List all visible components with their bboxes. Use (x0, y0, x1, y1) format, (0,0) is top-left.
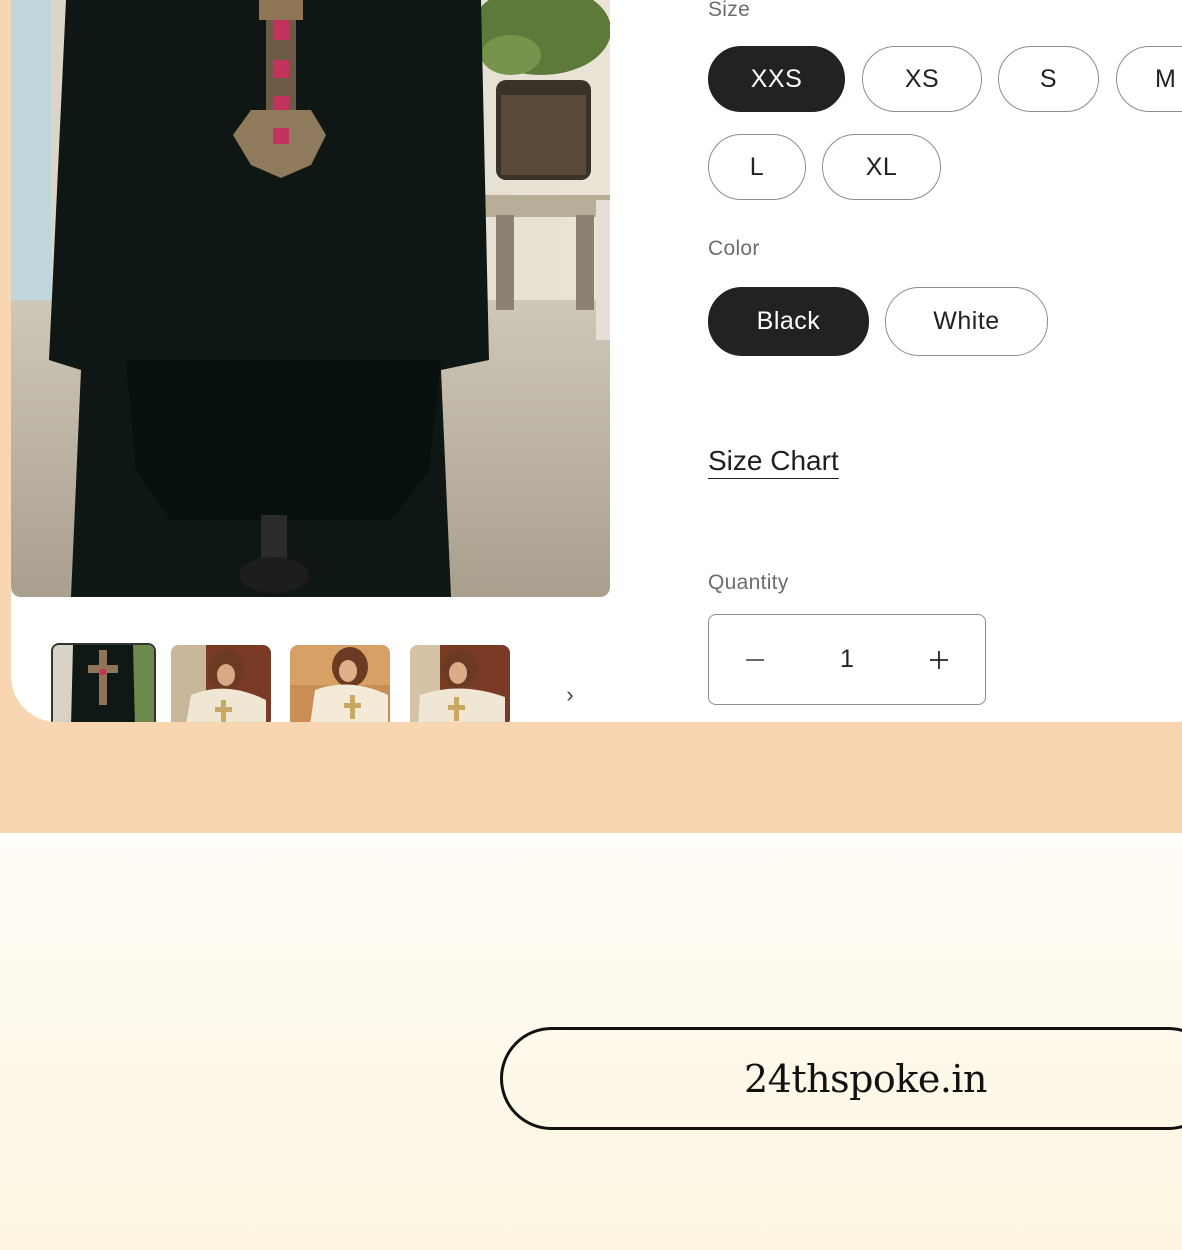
thumbnail-1[interactable] (51, 643, 156, 722)
thumbnail-3[interactable] (290, 645, 390, 722)
color-label: Color (708, 237, 760, 260)
size-option-xs[interactable]: XS (862, 46, 982, 112)
domain-text: 24thspoke.in (744, 1056, 988, 1101)
size-label: Size (708, 0, 751, 21)
minus-icon[interactable] (709, 615, 801, 704)
domain-badge[interactable]: 24thspoke.in (500, 1027, 1182, 1130)
size-option-xxs[interactable]: XXS (708, 46, 845, 112)
product-main-image[interactable] (11, 0, 610, 597)
chevron-right-icon[interactable]: › (558, 683, 582, 707)
size-option-s[interactable]: S (998, 46, 1099, 112)
product-card: › (11, 0, 1182, 722)
quantity-label: Quantity (708, 571, 789, 594)
size-option-l[interactable]: L (708, 134, 806, 200)
thumbnail-4[interactable] (410, 645, 510, 722)
color-option-white[interactable]: White (885, 287, 1048, 356)
size-option-m[interactable]: M (1116, 46, 1182, 112)
color-option-black[interactable]: Black (708, 287, 869, 356)
size-chart-link[interactable]: Size Chart (708, 445, 839, 479)
quantity-input[interactable]: 1 (801, 645, 893, 674)
thumbnail-2[interactable] (171, 645, 271, 722)
plus-icon[interactable] (893, 615, 985, 704)
size-option-xl[interactable]: XL (822, 134, 941, 200)
quantity-stepper: 1 (708, 614, 986, 705)
